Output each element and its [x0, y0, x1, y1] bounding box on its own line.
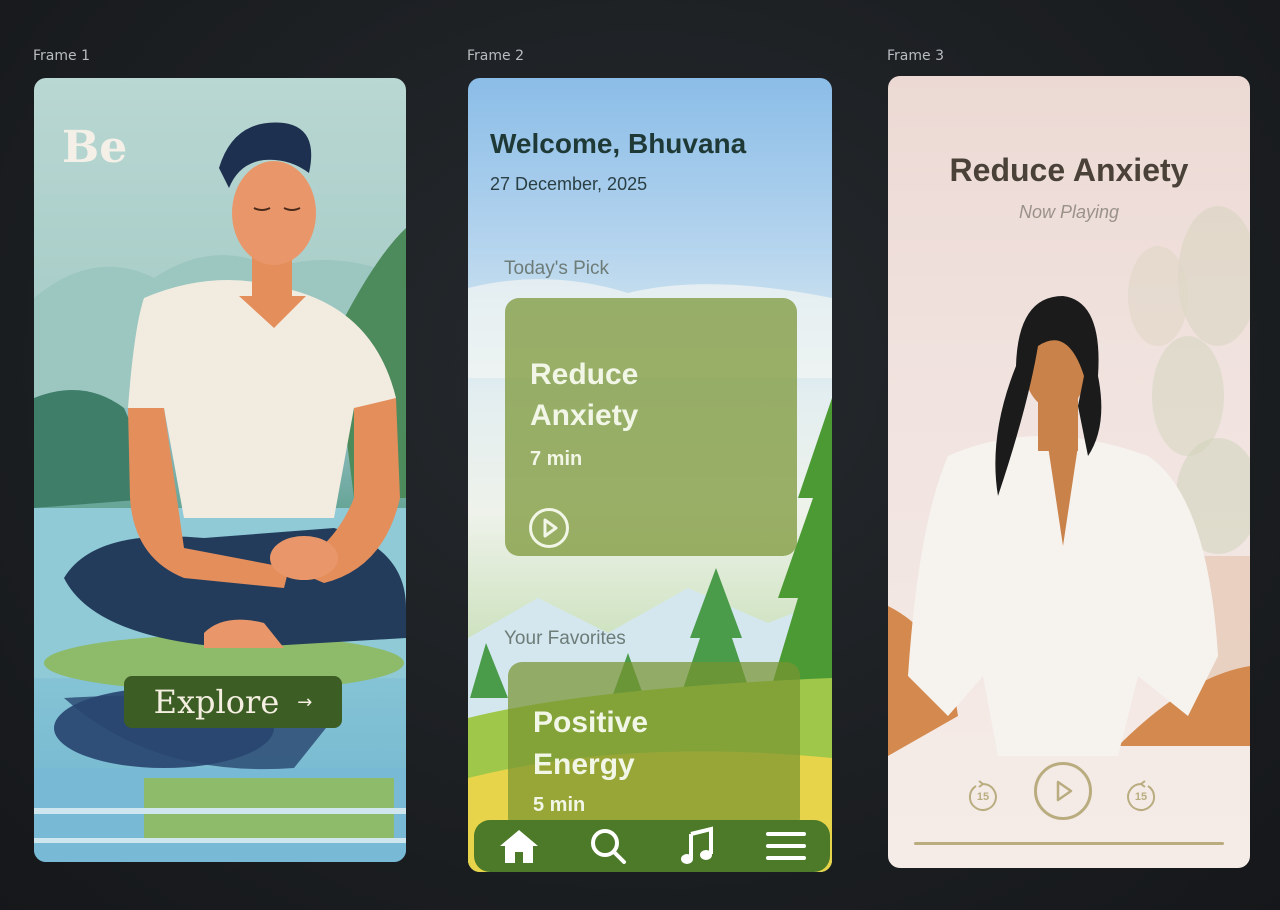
frame-2-label: Frame 2 [467, 48, 524, 64]
card-duration: 7 min [530, 448, 583, 470]
frame-1-onboarding: Be Explore → [34, 78, 406, 862]
bottom-nav [474, 820, 830, 872]
frame-3-now-playing: Reduce Anxiety Now Playing 15 15 [888, 76, 1250, 868]
explore-button-label: Explore [153, 683, 280, 721]
welcome-heading: Welcome, Bhuvana [490, 128, 747, 159]
search-icon[interactable] [582, 823, 634, 869]
date-label: 27 December, 2025 [490, 174, 648, 194]
menu-icon[interactable] [760, 823, 812, 869]
card-title-line2: Anxiety [530, 399, 639, 432]
progress-bar[interactable] [914, 842, 1224, 845]
card-title-line2: Energy [533, 748, 635, 781]
home-icon[interactable] [493, 823, 545, 869]
play-icon[interactable] [529, 508, 569, 548]
card-title-line1: Positive [533, 706, 649, 739]
rewind-seconds-label: 15 [976, 791, 990, 803]
track-title: Reduce Anxiety [949, 152, 1189, 188]
now-playing-label: Now Playing [1018, 202, 1120, 222]
frame-3-label: Frame 3 [887, 48, 944, 64]
card-duration: 5 min [533, 794, 586, 816]
arrow-right-icon: → [297, 691, 313, 713]
todays-pick-label: Today's Pick [504, 258, 610, 279]
forward-seconds-label: 15 [1134, 791, 1148, 803]
meditating-man-illustration [34, 122, 406, 862]
favorite-card[interactable]: Positive Energy 5 min [508, 662, 800, 832]
explore-button[interactable]: Explore → [124, 676, 342, 728]
card-title-line1: Reduce [530, 358, 639, 391]
play-icon[interactable] [1034, 762, 1092, 820]
meditating-woman-illustration [888, 206, 1250, 756]
app-logo: Be [62, 122, 128, 173]
forward-15-icon[interactable]: 15 [1124, 780, 1158, 814]
your-favorites-label: Your Favorites [504, 628, 626, 649]
rewind-15-icon[interactable]: 15 [966, 780, 1000, 814]
frame-1-label: Frame 1 [33, 48, 90, 64]
frame-2-home: Welcome, Bhuvana 27 December, 2025 Today… [468, 78, 832, 872]
todays-pick-card[interactable]: Reduce Anxiety 7 min [505, 298, 797, 556]
music-icon[interactable] [671, 823, 723, 869]
